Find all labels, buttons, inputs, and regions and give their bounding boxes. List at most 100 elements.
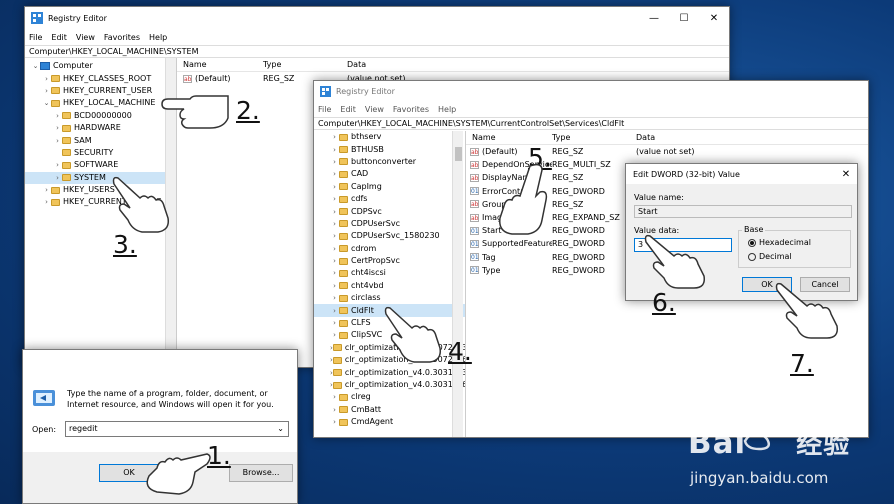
menu-edit[interactable]: Edit bbox=[51, 33, 67, 42]
menu-view[interactable]: View bbox=[76, 33, 95, 42]
expand-toggle-icon[interactable]: › bbox=[330, 280, 339, 292]
menu-file[interactable]: File bbox=[29, 33, 42, 42]
radio-hexadecimal[interactable]: Hexadecimal bbox=[748, 238, 811, 247]
expand-toggle-icon[interactable]: › bbox=[330, 144, 339, 156]
folder-icon bbox=[339, 406, 348, 414]
tree-item[interactable]: › cdrom bbox=[314, 243, 465, 255]
close-icon[interactable]: ✕ bbox=[835, 169, 857, 180]
tree-item[interactable]: › CDPUserSvc bbox=[314, 218, 465, 230]
folder-icon bbox=[332, 344, 342, 352]
tree-item[interactable]: ⌄ HKEY_LOCAL_MACHINE bbox=[25, 97, 176, 109]
menu-help[interactable]: Help bbox=[438, 105, 456, 114]
folder-icon bbox=[339, 269, 348, 277]
expand-toggle-icon[interactable]: › bbox=[330, 391, 339, 403]
run-description: Type the name of a program, folder, docu… bbox=[67, 389, 274, 409]
tree-item[interactable]: › SAM bbox=[25, 134, 176, 146]
expand-toggle-icon[interactable]: › bbox=[53, 122, 62, 134]
tree-item-label: CldFlt bbox=[351, 305, 374, 315]
expand-toggle-icon[interactable]: › bbox=[330, 193, 339, 205]
folder-icon bbox=[339, 220, 348, 228]
tree-item[interactable]: › CapImg bbox=[314, 181, 465, 193]
expand-toggle-icon[interactable]: › bbox=[330, 305, 339, 317]
expand-toggle-icon[interactable]: › bbox=[330, 292, 339, 304]
expand-toggle-icon[interactable]: › bbox=[42, 85, 51, 97]
tree-item-label: CLFS bbox=[351, 318, 371, 328]
minimize-icon[interactable]: — bbox=[639, 13, 669, 24]
menu-favorites[interactable]: Favorites bbox=[104, 33, 140, 42]
tree-item[interactable]: › clr_optimization_v4.0.30319_32 bbox=[314, 366, 465, 378]
tree-item[interactable]: › cht4vbd bbox=[314, 280, 465, 292]
tree-item[interactable]: › HKEY_CURRENT_USER bbox=[25, 85, 176, 97]
expand-toggle-icon[interactable]: › bbox=[42, 196, 51, 208]
column-data[interactable]: Data bbox=[347, 58, 366, 71]
menu-edit[interactable]: Edit bbox=[340, 105, 356, 114]
tree-scrollbar[interactable] bbox=[452, 131, 463, 437]
expand-toggle-icon[interactable]: › bbox=[330, 317, 339, 329]
expand-toggle-icon[interactable]: › bbox=[53, 159, 62, 171]
column-data[interactable]: Data bbox=[636, 131, 655, 144]
expand-toggle-icon[interactable]: › bbox=[330, 218, 339, 230]
expand-toggle-icon[interactable]: › bbox=[330, 267, 339, 279]
tree-item[interactable]: › CDPSvc bbox=[314, 205, 465, 217]
registry-icon bbox=[31, 12, 43, 24]
dialog-title-bar[interactable]: Edit DWORD (32-bit) Value ✕ bbox=[626, 164, 857, 184]
tree-item[interactable]: › cht4iscsi bbox=[314, 267, 465, 279]
close-icon[interactable]: ✕ bbox=[699, 13, 729, 24]
title-bar[interactable]: Registry Editor bbox=[314, 81, 868, 101]
expand-toggle-icon[interactable]: › bbox=[53, 110, 62, 122]
tree-item[interactable]: › cdfs bbox=[314, 193, 465, 205]
expand-toggle-icon[interactable]: › bbox=[330, 404, 339, 416]
expand-toggle-icon[interactable]: › bbox=[330, 255, 339, 267]
expand-toggle-icon[interactable]: › bbox=[330, 168, 339, 180]
tree-item[interactable]: › clr_optimization_v4.0.30319_64 bbox=[314, 379, 465, 391]
value-row[interactable]: ab (Default) REG_SZ (value not set) bbox=[466, 145, 868, 158]
tree-item[interactable]: › CAD bbox=[314, 168, 465, 180]
expand-toggle-icon[interactable]: › bbox=[53, 172, 62, 184]
tree-item[interactable]: › BCD00000000 bbox=[25, 110, 176, 122]
expand-toggle-icon[interactable]: › bbox=[42, 184, 51, 196]
tree-item-label: clreg bbox=[351, 392, 371, 402]
scrollbar-thumb[interactable] bbox=[455, 147, 462, 161]
expand-toggle-icon[interactable]: › bbox=[330, 206, 339, 218]
tree-item[interactable]: › CertPropSvc bbox=[314, 255, 465, 267]
tree-item[interactable]: SECURITY bbox=[25, 147, 176, 159]
column-type[interactable]: Type bbox=[552, 131, 636, 144]
tree-item[interactable]: › HARDWARE bbox=[25, 122, 176, 134]
address-bar[interactable]: Computer\HKEY_LOCAL_MACHINE\SYSTEM\Curre… bbox=[314, 117, 868, 130]
menu-favorites[interactable]: Favorites bbox=[393, 105, 429, 114]
radio-decimal[interactable]: Decimal bbox=[748, 252, 792, 261]
column-type[interactable]: Type bbox=[263, 58, 347, 71]
menu-help[interactable]: Help bbox=[149, 33, 167, 42]
expand-toggle-icon[interactable]: › bbox=[330, 329, 339, 341]
menu-file[interactable]: File bbox=[318, 105, 331, 114]
expand-toggle-icon[interactable]: ⌄ bbox=[42, 97, 51, 109]
expand-toggle-icon[interactable]: › bbox=[330, 131, 339, 143]
tree-item[interactable]: › HKEY_CLASSES_ROOT bbox=[25, 72, 176, 84]
tree-item[interactable]: › buttonconverter bbox=[314, 156, 465, 168]
tree-item[interactable]: › CmBatt bbox=[314, 404, 465, 416]
expand-toggle-icon[interactable]: › bbox=[330, 243, 339, 255]
tree-item[interactable]: › CDPUserSvc_1580230 bbox=[314, 230, 465, 242]
chevron-down-icon[interactable]: ⌄ bbox=[277, 422, 284, 436]
expand-toggle-icon[interactable]: › bbox=[330, 156, 339, 168]
expand-toggle-icon[interactable]: ⌄ bbox=[31, 60, 40, 72]
expand-toggle-icon[interactable]: › bbox=[330, 416, 339, 428]
expand-toggle-icon[interactable]: › bbox=[330, 181, 339, 193]
tree-item[interactable]: › bthserv bbox=[314, 131, 465, 143]
expand-toggle-icon[interactable]: › bbox=[42, 73, 51, 85]
expand-toggle-icon[interactable]: › bbox=[53, 135, 62, 147]
tree-item-label: HKEY_CLASSES_ROOT bbox=[63, 73, 152, 83]
tree-item[interactable]: › clreg bbox=[314, 391, 465, 403]
tree-item[interactable]: › BTHUSB bbox=[314, 143, 465, 155]
tree-item[interactable]: ⌄ Computer bbox=[25, 60, 176, 72]
title-bar[interactable]: Registry Editor — ☐ ✕ bbox=[25, 7, 729, 29]
menu-view[interactable]: View bbox=[365, 105, 384, 114]
expand-toggle-icon[interactable]: › bbox=[330, 230, 339, 242]
tree-item[interactable]: › CmdAgent bbox=[314, 416, 465, 428]
folder-icon bbox=[62, 149, 71, 157]
address-bar[interactable]: Computer\HKEY_LOCAL_MACHINE\SYSTEM bbox=[25, 45, 729, 58]
open-input[interactable]: regedit ⌄ bbox=[65, 421, 289, 437]
column-name[interactable]: Name bbox=[177, 58, 263, 71]
browse-button[interactable]: Browse... bbox=[229, 464, 293, 482]
maximize-icon[interactable]: ☐ bbox=[669, 13, 699, 24]
